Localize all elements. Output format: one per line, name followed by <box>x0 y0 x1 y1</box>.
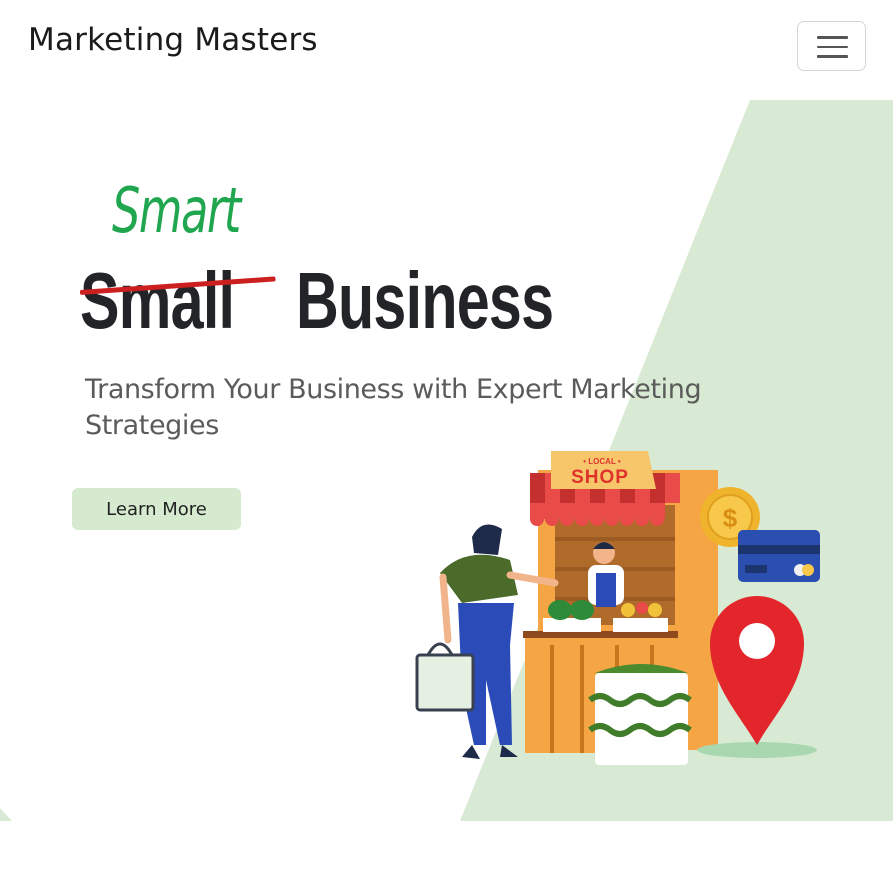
svg-text:• LOCAL •: • LOCAL • <box>583 457 621 466</box>
menu-toggle-button[interactable] <box>797 21 866 71</box>
hero-subtitle: Transform Your Business with Expert Mark… <box>85 374 702 441</box>
local-shop-illustration: • LOCAL • SHOP $ <box>415 451 820 765</box>
headline-main-word: Business <box>296 256 554 345</box>
brand-title[interactable]: Marketing Masters <box>28 22 318 58</box>
navbar: Marketing Masters <box>0 0 893 95</box>
shop-sign: • LOCAL • SHOP <box>551 451 656 489</box>
credit-card-icon <box>738 530 820 582</box>
svg-text:$: $ <box>723 503 738 533</box>
vegetable-stand <box>588 664 692 765</box>
shopping-bag-icon <box>415 642 475 712</box>
learn-more-button[interactable]: Learn More <box>72 488 241 530</box>
svg-text:SHOP: SHOP <box>571 467 629 488</box>
headline-overlay-word: Smart <box>112 174 241 247</box>
headline-struck-word: Small <box>80 256 235 345</box>
